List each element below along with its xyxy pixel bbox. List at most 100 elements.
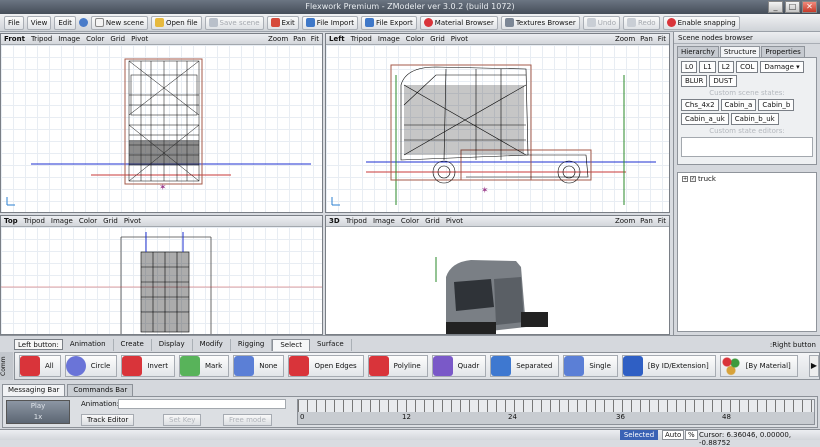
zoom-tool[interactable]: Zoom <box>268 35 288 43</box>
save-scene-button[interactable]: Save scene <box>204 15 264 30</box>
state-chip[interactable]: Chs_4x2 <box>681 99 719 111</box>
select-mark-button[interactable]: Mark <box>178 355 230 377</box>
lod-chip-l0[interactable]: L0 <box>681 61 698 73</box>
menu-view[interactable]: View <box>26 15 52 30</box>
close-button[interactable]: ✕ <box>802 1 817 13</box>
tripod-menu[interactable]: Tripod <box>351 35 372 43</box>
select-quadr-button[interactable]: Quadr <box>431 355 487 377</box>
tab-rigging[interactable]: Rigging <box>231 338 273 351</box>
left-button-label[interactable]: Left button: <box>14 339 63 350</box>
redo-button[interactable]: Redo <box>623 15 660 30</box>
grid-menu[interactable]: Grid <box>110 35 125 43</box>
state-chip[interactable]: Cabin_a <box>720 99 757 111</box>
lod-chip-l2[interactable]: L2 <box>717 61 735 73</box>
tab-structure[interactable]: Structure <box>719 46 761 57</box>
color-menu[interactable]: Color <box>86 35 104 43</box>
timeline-ruler[interactable] <box>298 400 814 412</box>
set-key-button[interactable]: Set Key <box>163 414 202 426</box>
grid-menu[interactable]: Grid <box>425 217 440 225</box>
viewport-front[interactable]: Front Tripod Image Color Grid Pivot Zoom… <box>0 33 323 213</box>
pivot-menu[interactable]: Pivot <box>451 35 468 43</box>
tab-modify[interactable]: Modify <box>193 338 231 351</box>
color-menu[interactable]: Color <box>401 217 419 225</box>
tab-hierarchy[interactable]: Hierarchy <box>677 46 719 57</box>
tab-create[interactable]: Create <box>114 338 152 351</box>
visibility-checkbox[interactable]: ✓ <box>690 176 696 182</box>
viewport-left[interactable]: Left Tripod Image Color Grid Pivot Zoom … <box>325 33 670 213</box>
lod-chip-col[interactable]: COL <box>736 61 759 73</box>
tab-messaging-bar[interactable]: Messaging Bar <box>2 384 66 396</box>
pivot-menu[interactable]: Pivot <box>446 217 463 225</box>
select-none-button[interactable]: None <box>233 355 285 377</box>
new-scene-button[interactable]: New scene <box>90 15 148 30</box>
exit-button[interactable]: Exit <box>266 15 299 30</box>
undo-button[interactable]: Undo <box>582 15 620 30</box>
image-menu[interactable]: Image <box>51 217 73 225</box>
zoom-tool[interactable]: Zoom <box>615 217 635 225</box>
menu-file[interactable]: File <box>4 15 24 30</box>
help-icon[interactable] <box>78 18 88 27</box>
damage-dropdown[interactable]: Damage ▾ <box>760 61 804 73</box>
timeline[interactable]: 0 12 24 36 48 <box>297 399 815 425</box>
state-chip[interactable]: Cabin_b <box>758 99 795 111</box>
grid-menu[interactable]: Grid <box>103 217 118 225</box>
color-menu[interactable]: Color <box>79 217 97 225</box>
percent-toggle[interactable]: % <box>685 430 698 440</box>
fit-tool[interactable]: Fit <box>311 35 319 43</box>
viewport-top[interactable]: Top Tripod Image Color Grid Pivot <box>0 215 323 335</box>
auto-toggle[interactable]: Auto <box>662 430 685 440</box>
fit-tool[interactable]: Fit <box>658 217 666 225</box>
tab-properties[interactable]: Properties <box>761 46 805 57</box>
state-chip-blur[interactable]: BLUR <box>681 75 708 87</box>
material-browser-button[interactable]: Material Browser <box>419 15 498 30</box>
expand-icon[interactable]: + <box>682 176 688 182</box>
play-button[interactable]: Play 1x <box>6 400 70 424</box>
image-menu[interactable]: Image <box>58 35 80 43</box>
viewport-3d[interactable]: 3D Tripod Image Color Grid Pivot Zoom Pa… <box>325 215 670 335</box>
open-file-button[interactable]: Open file <box>150 15 202 30</box>
image-menu[interactable]: Image <box>373 217 395 225</box>
select-polyline-button[interactable]: Polyline <box>367 355 428 377</box>
tree-item[interactable]: + ✓ truck <box>682 175 812 183</box>
select-circle-button[interactable]: Circle <box>64 355 118 377</box>
select-single-button[interactable]: Single <box>563 355 618 377</box>
fit-tool[interactable]: Fit <box>658 35 666 43</box>
image-menu[interactable]: Image <box>378 35 400 43</box>
select-by-material-button[interactable]: [By Material] <box>719 355 798 377</box>
pan-tool[interactable]: Pan <box>640 35 653 43</box>
select-separated-button[interactable]: Separated <box>490 355 560 377</box>
state-chip[interactable]: Cabin_b_uk <box>730 113 779 125</box>
tripod-menu[interactable]: Tripod <box>346 217 367 225</box>
tab-display[interactable]: Display <box>152 338 193 351</box>
state-chip[interactable]: Cabin_a_uk <box>681 113 729 125</box>
select-open-edges-button[interactable]: Open Edges <box>288 355 364 377</box>
select-by-id-button[interactable]: [By ID/Extension] <box>621 355 716 377</box>
free-mode-button[interactable]: Free mode <box>223 414 272 426</box>
right-button-label[interactable]: :Right button <box>770 341 820 349</box>
scroll-right-arrow[interactable]: ▶ <box>809 355 819 377</box>
file-export-button[interactable]: File Export <box>360 15 417 30</box>
tab-commands-bar[interactable]: Commands Bar <box>67 384 134 396</box>
state-chip-dust[interactable]: DUST <box>709 75 737 87</box>
file-import-button[interactable]: File Import <box>301 15 358 30</box>
pan-tool[interactable]: Pan <box>640 217 653 225</box>
tripod-menu[interactable]: Tripod <box>24 217 45 225</box>
pan-tool[interactable]: Pan <box>293 35 306 43</box>
selected-mode-badge[interactable]: Selected <box>620 430 658 440</box>
maximize-button[interactable]: □ <box>785 1 800 13</box>
minimize-button[interactable]: _ <box>768 1 783 13</box>
tab-surface[interactable]: Surface <box>310 338 352 351</box>
state-editor-field[interactable] <box>681 137 813 157</box>
tab-animation[interactable]: Animation <box>63 338 114 351</box>
tripod-menu[interactable]: Tripod <box>31 35 52 43</box>
grid-menu[interactable]: Grid <box>430 35 445 43</box>
color-menu[interactable]: Color <box>406 35 424 43</box>
lod-chip-l1[interactable]: L1 <box>699 61 716 73</box>
select-all-button[interactable]: All <box>19 355 61 377</box>
tab-select[interactable]: Select <box>272 338 310 351</box>
select-invert-button[interactable]: Invert <box>121 355 175 377</box>
animation-select[interactable] <box>118 399 286 409</box>
enable-snapping-button[interactable]: Enable snapping <box>662 15 740 30</box>
pivot-menu[interactable]: Pivot <box>131 35 148 43</box>
track-editor-button[interactable]: Track Editor <box>81 414 135 426</box>
